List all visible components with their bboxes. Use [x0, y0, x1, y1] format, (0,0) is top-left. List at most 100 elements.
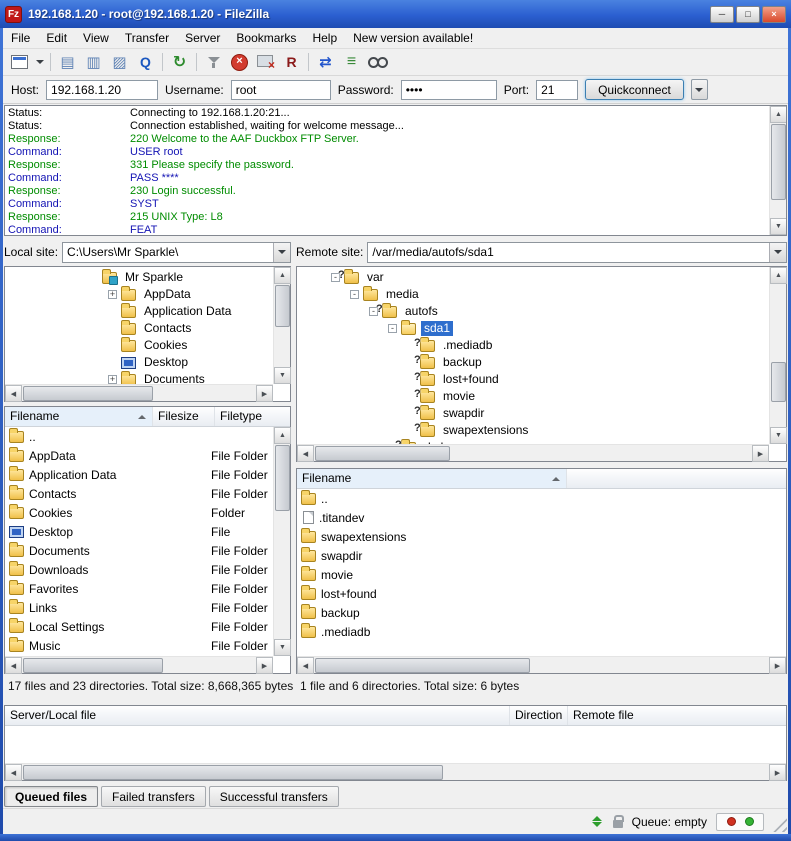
port-input[interactable]	[536, 80, 578, 100]
scroll-left-button[interactable]	[297, 445, 314, 462]
scroll-thumb[interactable]	[315, 446, 450, 461]
remote-tree-item-media[interactable]: - media	[297, 286, 769, 303]
scroll-down-button[interactable]	[770, 218, 787, 235]
speed-limit-icon[interactable]	[590, 816, 604, 827]
menu-item-new-version[interactable]: New version available!	[345, 28, 481, 48]
local-site-combo[interactable]: C:\Users\Mr Sparkle\	[62, 242, 291, 263]
message-log-toggle-icon[interactable]	[55, 51, 80, 73]
column-header-direction[interactable]: Direction	[510, 706, 568, 725]
menu-item-view[interactable]: View	[75, 28, 117, 48]
scroll-thumb[interactable]	[315, 658, 530, 673]
remote-tree-item-lost-found[interactable]: lost+found	[297, 371, 769, 388]
local-row-contacts[interactable]: Contacts File Folder	[5, 484, 273, 503]
scroll-thumb[interactable]	[771, 124, 786, 200]
remote-site-combo[interactable]: /var/media/autofs/sda1	[367, 242, 787, 263]
remote-row-mediadb[interactable]: .mediadb	[297, 622, 786, 641]
scroll-up-button[interactable]	[274, 427, 291, 444]
remote-tree-item-movie[interactable]: movie	[297, 388, 769, 405]
remote-row-backup[interactable]: backup	[297, 603, 786, 622]
scroll-up-button[interactable]	[770, 267, 787, 284]
remote-row-movie[interactable]: movie	[297, 565, 786, 584]
remote-tree-item-mediadb[interactable]: .mediadb	[297, 337, 769, 354]
tab-failed-transfers[interactable]: Failed transfers	[101, 786, 206, 807]
column-header-filename[interactable]: Filename	[5, 407, 153, 426]
log-scrollbar[interactable]	[769, 106, 786, 235]
scroll-down-button[interactable]	[274, 639, 291, 656]
remote-tree-item-var[interactable]: - var	[297, 269, 769, 286]
site-manager-icon[interactable]	[7, 51, 32, 73]
local-tree-item-contacts[interactable]: Contacts	[5, 320, 273, 337]
close-button[interactable]: ×	[762, 6, 786, 23]
queue-hscrollbar[interactable]	[5, 763, 786, 780]
scroll-left-button[interactable]	[297, 657, 314, 674]
dropdown-arrow-icon[interactable]	[769, 243, 786, 262]
scroll-down-button[interactable]	[274, 367, 291, 384]
tree-expander[interactable]: +	[108, 375, 117, 384]
local-site-value[interactable]: C:\Users\Mr Sparkle\	[63, 243, 273, 262]
find-files-icon[interactable]	[365, 51, 390, 73]
directory-comparison-icon[interactable]	[313, 51, 338, 73]
quickconnect-dropdown-icon[interactable]	[691, 79, 708, 100]
scroll-left-button[interactable]	[5, 657, 22, 674]
reconnect-icon[interactable]	[279, 51, 304, 73]
scroll-right-button[interactable]	[769, 657, 786, 674]
remote-tree-item-backup[interactable]: backup	[297, 354, 769, 371]
scroll-right-button[interactable]	[769, 764, 786, 781]
remote-tree-vscrollbar[interactable]	[769, 267, 786, 444]
menu-item-edit[interactable]: Edit	[38, 28, 75, 48]
local-tree-item-documents[interactable]: + Documents	[5, 371, 273, 384]
filter-icon[interactable]	[201, 51, 226, 73]
menu-item-server[interactable]: Server	[177, 28, 228, 48]
local-list-vscrollbar[interactable]	[273, 427, 290, 656]
minimize-button[interactable]: ─	[710, 6, 734, 23]
local-row-appdata[interactable]: AppData File Folder	[5, 446, 273, 465]
local-row-music[interactable]: Music File Folder	[5, 636, 273, 655]
scroll-right-button[interactable]	[256, 657, 273, 674]
tab-successful-transfers[interactable]: Successful transfers	[209, 786, 339, 807]
remote-row-swapextensions[interactable]: swapextensions	[297, 527, 786, 546]
tree-expander[interactable]: -	[350, 290, 359, 299]
local-row-application-data[interactable]: Application Data File Folder	[5, 465, 273, 484]
local-tree-item-application-data[interactable]: Application Data	[5, 303, 273, 320]
local-tree-item-appdata[interactable]: + AppData	[5, 286, 273, 303]
scroll-right-button[interactable]	[752, 445, 769, 462]
quickconnect-button[interactable]: Quickconnect	[585, 79, 684, 100]
synchronized-browsing-icon[interactable]	[339, 51, 364, 73]
remote-row-swapdir[interactable]: swapdir	[297, 546, 786, 565]
queue-toggle-icon[interactable]	[133, 51, 158, 73]
local-tree-hscrollbar[interactable]	[5, 384, 273, 401]
column-header-filetype[interactable]: Filetype	[215, 407, 290, 426]
scroll-up-button[interactable]	[770, 106, 787, 123]
tree-expander[interactable]: +	[108, 290, 117, 299]
column-header-filename[interactable]: Filename	[297, 469, 567, 488]
host-input[interactable]	[46, 80, 158, 100]
scroll-left-button[interactable]	[5, 764, 22, 781]
disconnect-icon[interactable]	[253, 51, 278, 73]
username-input[interactable]	[231, 80, 331, 100]
remote-tree-item-swapextensions[interactable]: swapextensions	[297, 422, 769, 439]
local-tree-item-desktop[interactable]: Desktop	[5, 354, 273, 371]
local-list-hscrollbar[interactable]	[5, 656, 273, 673]
remote-list-hscrollbar[interactable]	[297, 656, 786, 673]
column-header-server-local-file[interactable]: Server/Local file	[5, 706, 510, 725]
remote-tree-toggle-icon[interactable]	[107, 51, 132, 73]
refresh-icon[interactable]	[167, 51, 192, 73]
local-row-cookies[interactable]: Cookies Folder	[5, 503, 273, 522]
tree-expander[interactable]: -	[388, 324, 397, 333]
local-row-links[interactable]: Links File Folder	[5, 598, 273, 617]
scroll-thumb[interactable]	[23, 386, 153, 401]
scroll-thumb[interactable]	[23, 765, 443, 780]
remote-tree-item-sda1[interactable]: - sda1	[297, 320, 769, 337]
scroll-thumb[interactable]	[23, 658, 163, 673]
local-tree-item-mr-sparkle[interactable]: Mr Sparkle	[5, 269, 273, 286]
column-header-filesize[interactable]: Filesize	[153, 407, 215, 426]
local-row-downloads[interactable]: Downloads File Folder	[5, 560, 273, 579]
remote-tree-item-autofs[interactable]: - autofs	[297, 303, 769, 320]
local-tree-item-cookies[interactable]: Cookies	[5, 337, 273, 354]
scroll-thumb[interactable]	[771, 362, 786, 402]
menu-item-file[interactable]: File	[3, 28, 38, 48]
remote-row-up[interactable]: ..	[297, 489, 786, 508]
menu-item-help[interactable]: Help	[304, 28, 345, 48]
local-row-documents[interactable]: Documents File Folder	[5, 541, 273, 560]
local-tree-toggle-icon[interactable]	[81, 51, 106, 73]
